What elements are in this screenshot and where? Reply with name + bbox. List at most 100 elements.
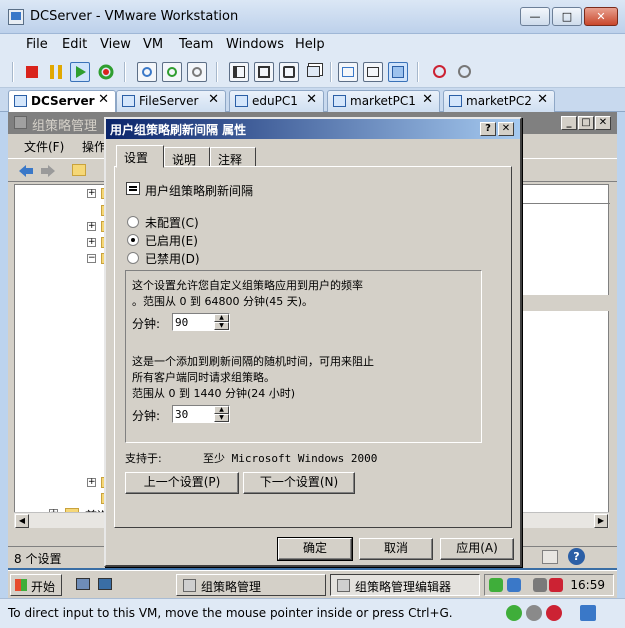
close-tab-icon[interactable]: ✕ xyxy=(208,92,219,107)
spin-up-icon[interactable]: ▲ xyxy=(214,406,229,414)
dialog-help-button[interactable]: ? xyxy=(480,122,496,136)
spin-down-icon[interactable]: ▼ xyxy=(214,414,229,422)
taskbar-gpme[interactable]: 组策略管理编辑器 xyxy=(330,574,480,596)
clock[interactable]: 16:59 xyxy=(570,578,605,592)
task-label: 组策略管理编辑器 xyxy=(355,580,452,594)
tab-explain[interactable]: 说明 xyxy=(164,147,210,167)
radio-enabled[interactable] xyxy=(127,234,139,246)
radio-disabled[interactable] xyxy=(127,252,139,264)
minimize-button[interactable]: — xyxy=(520,7,550,26)
network-status-icon[interactable] xyxy=(506,605,522,621)
tab-fileserver[interactable]: FileServer ✕ xyxy=(116,90,226,112)
close-tab-icon[interactable]: ✕ xyxy=(422,92,433,107)
next-setting-button[interactable]: 下一个设置(N) xyxy=(243,472,355,494)
dialog-title: 用户组策略刷新间隔 属性 xyxy=(110,123,247,137)
appliance-view-button[interactable] xyxy=(388,62,408,82)
take-snapshot-button[interactable] xyxy=(430,62,450,82)
snapshot-manager-button[interactable] xyxy=(187,62,207,82)
up-folder-icon[interactable] xyxy=(72,164,86,176)
refresh-interval-input[interactable] xyxy=(175,315,213,329)
scroll-right-arrow[interactable]: ▶ xyxy=(594,514,608,528)
pause-button[interactable] xyxy=(46,62,66,82)
radio-label[interactable]: 已启用(E) xyxy=(145,232,198,249)
show-sidebar-button[interactable] xyxy=(229,62,249,82)
gpme-minimize-button[interactable]: _ xyxy=(561,116,577,130)
manage-snapshots-button[interactable] xyxy=(455,62,475,82)
tree-expander[interactable]: + xyxy=(87,189,96,198)
gpme-restore-button[interactable]: □ xyxy=(578,116,594,130)
previous-setting-button[interactable]: 上一个设置(P) xyxy=(125,472,239,494)
menu-team[interactable]: Team xyxy=(179,37,213,52)
summary-view-button[interactable] xyxy=(363,62,383,82)
menu-windows[interactable]: Windows xyxy=(226,37,284,52)
tree-expander[interactable]: − xyxy=(87,254,96,263)
vmware-logo-icon xyxy=(8,9,24,25)
gpme-menu-action[interactable]: 操作 xyxy=(82,138,106,155)
menu-help[interactable]: Help xyxy=(295,37,325,52)
gpme-menu-file[interactable]: 文件(F) xyxy=(24,138,64,155)
ok-button[interactable]: 确定 xyxy=(277,537,353,561)
tab-marketpc2[interactable]: marketPC2 ✕ xyxy=(443,90,555,112)
close-tab-icon[interactable]: ✕ xyxy=(306,92,317,107)
radio-not-configured[interactable] xyxy=(127,216,139,228)
random-offset-spinner[interactable]: ▲ ▼ xyxy=(172,405,230,423)
tab-edupc1[interactable]: eduPC1 ✕ xyxy=(229,90,324,112)
quick-switch-button[interactable] xyxy=(254,62,274,82)
unity-button[interactable] xyxy=(304,62,324,82)
scroll-left-arrow[interactable]: ◀ xyxy=(15,514,29,528)
hdd-status-icon[interactable] xyxy=(526,605,542,621)
tab-comment[interactable]: 注释 xyxy=(210,147,256,167)
network-icon[interactable] xyxy=(507,578,521,592)
full-screen-button[interactable] xyxy=(279,62,299,82)
option-description: 这个设置允许您自定义组策略应用到用户的频率 xyxy=(132,279,363,292)
radio-label[interactable]: 未配置(C) xyxy=(145,214,199,231)
message-log-icon[interactable] xyxy=(580,605,596,621)
revert-snapshot-button[interactable] xyxy=(162,62,182,82)
menu-edit[interactable]: Edit xyxy=(62,37,87,52)
forward-icon[interactable] xyxy=(40,164,56,178)
snapshot-button[interactable] xyxy=(137,62,157,82)
tab-settings[interactable]: 设置 xyxy=(116,145,164,168)
tree-expander[interactable]: + xyxy=(87,238,96,247)
show-desktop-icon[interactable] xyxy=(76,578,90,590)
display-icon[interactable] xyxy=(533,578,547,592)
close-tab-icon[interactable]: ✕ xyxy=(537,92,548,107)
audio-status-icon[interactable] xyxy=(546,605,562,621)
server-manager-icon[interactable] xyxy=(98,578,112,590)
policy-icon xyxy=(126,182,140,195)
radio-label[interactable]: 已禁用(D) xyxy=(145,250,200,267)
power-off-button[interactable] xyxy=(22,62,42,82)
tree-expander[interactable]: + xyxy=(87,222,96,231)
tab-dcserver[interactable]: DCServer ✕ xyxy=(8,90,116,113)
guest-desktop[interactable]: 组策略管理 _ □ ✕ 文件(F) 操作 + + + − − xyxy=(8,112,617,598)
security-icon[interactable] xyxy=(489,578,503,592)
spin-up-icon[interactable]: ▲ xyxy=(214,314,229,322)
help-icon[interactable]: ? xyxy=(568,548,585,565)
menu-vm[interactable]: VM xyxy=(143,37,163,52)
gpme-close-button[interactable]: ✕ xyxy=(595,116,611,130)
start-button[interactable]: 开始 xyxy=(10,574,62,596)
dialog-close-button[interactable]: ✕ xyxy=(498,122,514,136)
spin-down-icon[interactable]: ▼ xyxy=(214,322,229,330)
tab-marketpc1[interactable]: marketPC1 ✕ xyxy=(327,90,440,112)
reset-button[interactable] xyxy=(96,62,116,82)
cancel-button[interactable]: 取消 xyxy=(359,538,433,560)
menu-view[interactable]: View xyxy=(100,37,131,52)
tree-expander[interactable]: + xyxy=(87,478,96,487)
refresh-interval-spinner[interactable]: ▲ ▼ xyxy=(172,313,230,331)
resize-grip-icon xyxy=(542,550,558,564)
back-icon[interactable] xyxy=(18,164,34,178)
close-button[interactable]: ✕ xyxy=(584,7,618,26)
apply-button[interactable]: 应用(A) xyxy=(440,538,514,560)
menu-file[interactable]: File xyxy=(26,37,48,52)
play-button[interactable] xyxy=(70,62,90,82)
selected-row[interactable] xyxy=(515,295,610,311)
taskbar-gpm[interactable]: 组策略管理 xyxy=(176,574,326,596)
vm-icon xyxy=(235,95,248,107)
console-view-button[interactable] xyxy=(338,62,358,82)
settings-count: 8 个设置 xyxy=(14,552,62,566)
random-offset-input[interactable] xyxy=(175,407,213,421)
close-tab-icon[interactable]: ✕ xyxy=(98,92,109,107)
volume-icon[interactable] xyxy=(549,578,563,592)
maximize-button[interactable]: □ xyxy=(552,7,582,26)
